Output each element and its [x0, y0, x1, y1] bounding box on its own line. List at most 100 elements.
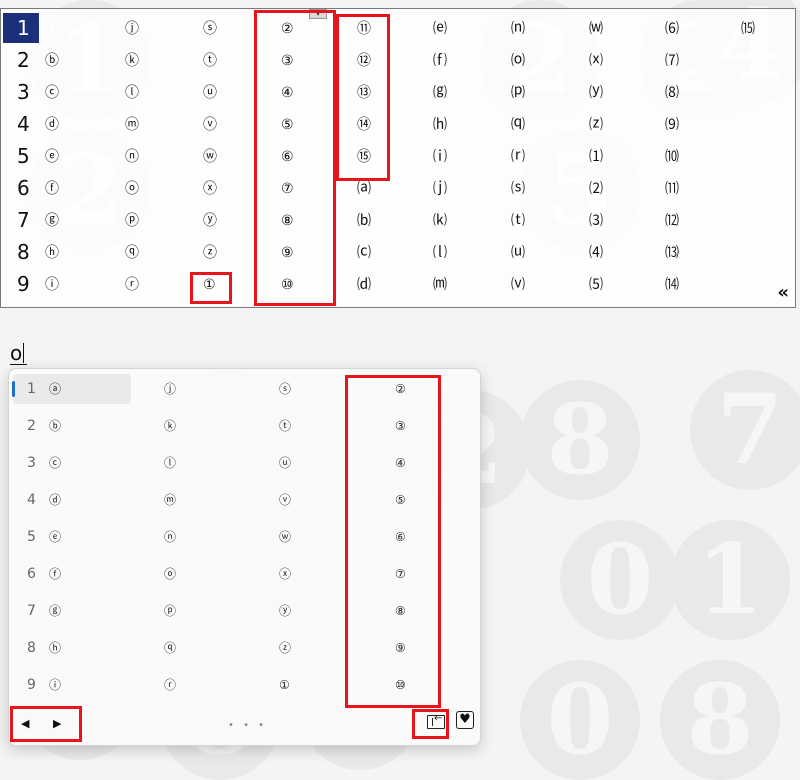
legacy-candidate[interactable]: ⓧ — [203, 173, 217, 205]
legacy-candidate[interactable]: ⓞ — [125, 173, 139, 205]
modern-candidate[interactable]: ⓩ — [279, 633, 291, 663]
legacy-candidate[interactable]: ⒭ — [511, 141, 525, 173]
legacy-candidate[interactable]: ⑼ — [665, 109, 679, 141]
legacy-candidate[interactable]: ⒤ — [433, 141, 447, 173]
legacy-candidate[interactable]: ⒢ — [433, 77, 447, 109]
legacy-candidate[interactable]: ⒡ — [433, 45, 447, 77]
legacy-candidate[interactable]: ⓙ — [125, 13, 139, 45]
favorite-heart-icon[interactable]: ♥ — [456, 711, 474, 729]
legacy-candidate[interactable]: ⓛ — [125, 77, 139, 109]
legacy-candidate[interactable]: ⓦ — [203, 141, 217, 173]
modern-candidate[interactable]: ⓒ — [49, 448, 61, 478]
legacy-candidate[interactable]: ⓣ — [203, 45, 217, 77]
highlight-nav-buttons — [10, 706, 82, 742]
background-numeral: 0 — [520, 660, 640, 780]
legacy-candidate[interactable]: ⒴ — [589, 77, 603, 109]
legacy-candidate-index: 6 — [17, 176, 30, 200]
legacy-candidate[interactable]: ⑷ — [589, 237, 603, 269]
legacy-candidate[interactable]: ⒠ — [433, 13, 447, 45]
modern-candidate[interactable]: ⓞ — [164, 559, 176, 589]
legacy-candidate[interactable]: ⑿ — [665, 205, 679, 237]
legacy-candidate[interactable]: ⓐ — [45, 13, 59, 45]
modern-candidate[interactable]: ⓧ — [279, 559, 291, 589]
legacy-candidate[interactable]: ⑸ — [589, 269, 603, 301]
legacy-candidate[interactable]: ⒝ — [357, 205, 371, 237]
legacy-candidate[interactable]: ⓘ — [45, 269, 59, 301]
legacy-candidate[interactable]: ⓑ — [45, 45, 59, 77]
modern-candidate[interactable]: ⓖ — [49, 596, 61, 626]
legacy-candidate[interactable]: ⓤ — [203, 77, 217, 109]
legacy-candidate[interactable]: ⒀ — [665, 237, 679, 269]
legacy-candidate[interactable]: ⒱ — [511, 269, 525, 301]
legacy-candidate[interactable]: ⒁ — [665, 269, 679, 301]
modern-candidate[interactable]: ⓐ — [49, 374, 61, 404]
legacy-candidate[interactable]: ⒲ — [589, 13, 603, 45]
legacy-candidate[interactable]: ⒟ — [357, 269, 371, 301]
legacy-candidate[interactable]: ⓗ — [45, 237, 59, 269]
legacy-candidate[interactable]: ⓔ — [45, 141, 59, 173]
legacy-candidate[interactable]: ⓖ — [45, 205, 59, 237]
legacy-candidate[interactable]: ⓟ — [125, 205, 139, 237]
legacy-candidate[interactable]: ⒣ — [433, 109, 447, 141]
legacy-candidate[interactable]: ⓕ — [45, 173, 59, 205]
legacy-candidate[interactable]: ⑺ — [665, 45, 679, 77]
modern-candidate[interactable]: ⓟ — [164, 596, 176, 626]
modern-candidate[interactable]: ⓢ — [279, 374, 291, 404]
legacy-candidate[interactable]: ⓥ — [203, 109, 217, 141]
legacy-candidate[interactable]: ⒥ — [433, 173, 447, 205]
legacy-candidate[interactable]: ⓢ — [203, 13, 217, 45]
legacy-candidate-index: 2 — [17, 48, 30, 72]
legacy-candidate[interactable]: ⓩ — [203, 237, 217, 269]
modern-candidate[interactable]: ⓡ — [164, 670, 176, 700]
legacy-candidate[interactable]: ⑾ — [665, 173, 679, 205]
modern-candidate[interactable]: ⓙ — [164, 374, 176, 404]
legacy-candidate[interactable]: ⓒ — [45, 77, 59, 109]
legacy-candidate[interactable]: ⑵ — [589, 173, 603, 205]
legacy-candidate[interactable]: ⒬ — [511, 109, 525, 141]
modern-candidate[interactable]: ⓛ — [164, 448, 176, 478]
legacy-candidate[interactable]: ⒦ — [433, 205, 447, 237]
legacy-candidate[interactable]: ⑴ — [589, 141, 603, 173]
modern-candidate[interactable]: ⓥ — [279, 485, 291, 515]
legacy-candidate[interactable]: ⓜ — [125, 109, 139, 141]
legacy-candidate[interactable]: ⒧ — [433, 237, 447, 269]
modern-candidate[interactable]: ⓣ — [279, 411, 291, 441]
legacy-candidate[interactable]: ⓨ — [203, 205, 217, 237]
legacy-candidate[interactable]: ⒰ — [511, 237, 525, 269]
legacy-candidate[interactable]: ⑽ — [665, 141, 679, 173]
modern-candidate[interactable]: ⓘ — [49, 670, 61, 700]
legacy-candidate[interactable]: ⒳ — [589, 45, 603, 77]
modern-candidate[interactable]: ⓓ — [49, 485, 61, 515]
modern-candidate[interactable]: ⓚ — [164, 411, 176, 441]
legacy-candidate[interactable]: ⒩ — [511, 13, 525, 45]
legacy-candidate[interactable]: ⑻ — [665, 77, 679, 109]
legacy-candidate[interactable]: ⒨ — [433, 269, 447, 301]
legacy-candidate[interactable]: ⒪ — [511, 45, 525, 77]
legacy-candidate[interactable]: ⒫ — [511, 77, 525, 109]
modern-candidate[interactable]: ⓑ — [49, 411, 61, 441]
expand-chevron-icon[interactable]: « — [777, 282, 789, 303]
legacy-candidate[interactable]: ⓠ — [125, 237, 139, 269]
legacy-candidate[interactable]: ⓚ — [125, 45, 139, 77]
modern-candidate[interactable]: ⓔ — [49, 522, 61, 552]
modern-candidate[interactable]: ⓦ — [279, 522, 291, 552]
modern-candidate[interactable]: ⓝ — [164, 522, 176, 552]
page-indicator-dots: • • • — [228, 720, 268, 731]
legacy-candidate[interactable]: ⒯ — [511, 205, 525, 237]
modern-candidate[interactable]: ⓨ — [279, 596, 291, 626]
legacy-candidate[interactable]: ⒮ — [511, 173, 525, 205]
legacy-candidate[interactable]: ⓡ — [125, 269, 139, 301]
modern-candidate[interactable]: ⓕ — [49, 559, 61, 589]
modern-candidate[interactable]: ⓠ — [164, 633, 176, 663]
legacy-candidate[interactable]: ⒂ — [741, 13, 755, 45]
modern-candidate[interactable]: ⓗ — [49, 633, 61, 663]
legacy-candidate[interactable]: ⑶ — [589, 205, 603, 237]
legacy-candidate[interactable]: ⓝ — [125, 141, 139, 173]
legacy-candidate[interactable]: ⒵ — [589, 109, 603, 141]
legacy-candidate[interactable]: ⒞ — [357, 237, 371, 269]
modern-candidate[interactable]: ① — [279, 670, 290, 700]
modern-candidate[interactable]: ⓤ — [279, 448, 291, 478]
legacy-candidate[interactable]: ⑹ — [665, 13, 679, 45]
modern-candidate[interactable]: ⓜ — [164, 485, 176, 515]
legacy-candidate[interactable]: ⓓ — [45, 109, 59, 141]
